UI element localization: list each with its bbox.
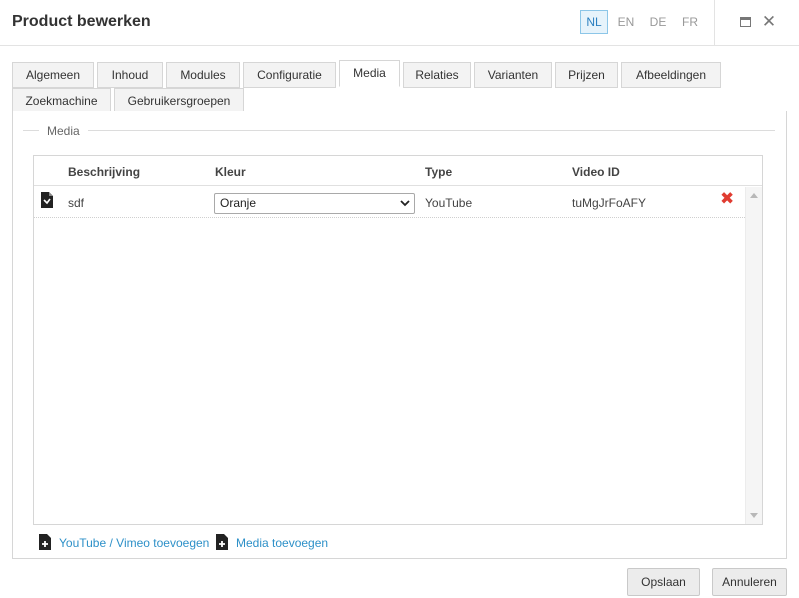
add-file-icon [39, 534, 51, 550]
close-button[interactable]: ✕ [759, 12, 779, 32]
tab-algemeen[interactable]: Algemeen [12, 62, 94, 88]
tab-modules[interactable]: Modules [166, 62, 240, 88]
row-video-id: tuMgJrFoAFY [572, 196, 647, 210]
grid-scrollbar[interactable] [745, 187, 762, 524]
cancel-button[interactable]: Annuleren [712, 568, 787, 596]
tab-inhoud[interactable]: Inhoud [97, 62, 163, 88]
tab-relaties[interactable]: Relaties [403, 62, 471, 88]
tab-afbeeldingen[interactable]: Afbeeldingen [621, 62, 721, 88]
add-video-label: YouTube / Vimeo toevoegen [59, 536, 210, 550]
maximize-button[interactable] [735, 12, 755, 32]
maximize-icon [740, 17, 751, 27]
media-grid: Beschrijving Kleur Type Video ID sdf Ora… [33, 155, 763, 525]
tab-prijzen[interactable]: Prijzen [555, 62, 618, 88]
scroll-up-arrow-icon[interactable] [750, 193, 758, 198]
header-divider [714, 0, 715, 46]
color-select-value: Oranje [220, 196, 257, 210]
lang-fr-button[interactable]: FR [676, 10, 704, 34]
dialog-footer: Opslaan Annuleren [0, 559, 799, 598]
add-file-icon [216, 534, 228, 550]
delete-icon[interactable]: ✖ [720, 190, 736, 207]
column-header-description[interactable]: Beschrijving [68, 165, 140, 179]
row-description: sdf [68, 196, 85, 210]
media-file-icon [41, 192, 53, 208]
chevron-down-icon [400, 200, 410, 207]
close-icon: ✕ [761, 12, 777, 31]
add-media-label: Media toevoegen [236, 536, 329, 550]
grid-header: Beschrijving Kleur Type Video ID [34, 156, 762, 186]
section-legend: Media [39, 124, 88, 138]
dialog-header: Product bewerken NL EN DE FR ✕ [0, 0, 799, 46]
tab-configuratie[interactable]: Configuratie [243, 62, 336, 88]
column-header-color[interactable]: Kleur [215, 165, 246, 179]
save-button[interactable]: Opslaan [627, 568, 700, 596]
table-row[interactable]: sdf Oranje YouTube tuMgJrFoAFY ✖ [34, 187, 745, 218]
lang-nl-button[interactable]: NL [580, 10, 608, 34]
legend-divider [23, 130, 775, 131]
tab-media[interactable]: Media [339, 60, 400, 87]
media-panel: Media Beschrijving Kleur Type Video ID s… [12, 111, 787, 559]
lang-de-button[interactable]: DE [644, 10, 672, 34]
dialog-title: Product bewerken [12, 13, 151, 30]
color-select[interactable]: Oranje [214, 193, 415, 214]
tab-varianten[interactable]: Varianten [474, 62, 552, 88]
row-type: YouTube [425, 196, 473, 210]
column-header-type[interactable]: Type [425, 165, 452, 179]
lang-en-button[interactable]: EN [612, 10, 640, 34]
scroll-down-arrow-icon[interactable] [750, 513, 758, 518]
column-header-video-id[interactable]: Video ID [572, 165, 620, 179]
